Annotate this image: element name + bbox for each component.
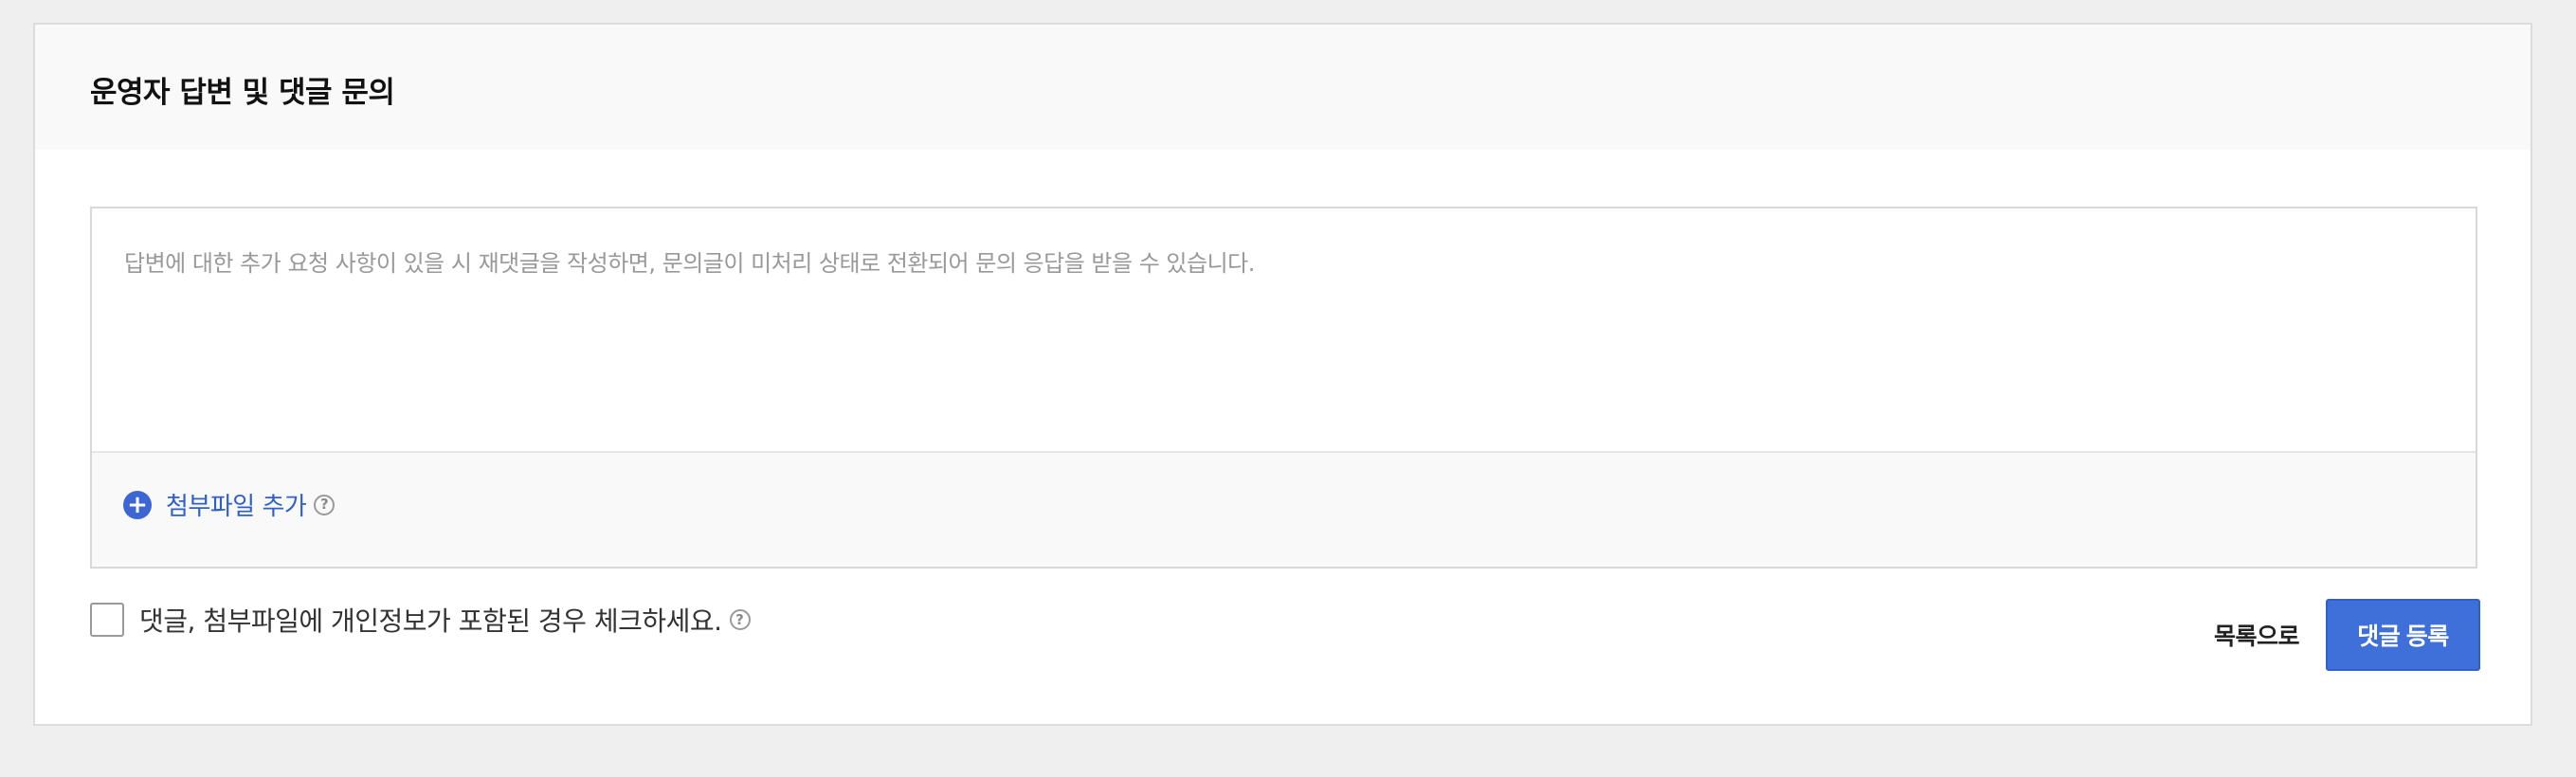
comment-textarea[interactable] bbox=[92, 208, 2476, 451]
card-header: 운영자 답변 및 댓글 문의 bbox=[35, 25, 2531, 150]
submit-comment-button[interactable]: 댓글 등록 bbox=[2326, 599, 2480, 671]
section-title: 운영자 답변 및 댓글 문의 bbox=[90, 76, 395, 110]
privacy-checkbox[interactable] bbox=[90, 603, 124, 637]
add-attachment-label: 첨부파일 추가 bbox=[166, 493, 307, 521]
plus-circle-icon: + bbox=[123, 490, 152, 519]
comment-section-card: 운영자 답변 및 댓글 문의 + 첨부파일 추가 ? 댓글, 첨부파일에 개인정… bbox=[33, 23, 2532, 726]
comment-editor: + 첨부파일 추가 ? bbox=[90, 207, 2477, 569]
question-circle-icon[interactable]: ? bbox=[729, 609, 751, 630]
add-attachment-button[interactable]: + 첨부파일 추가 ? bbox=[123, 487, 336, 522]
attachment-bar: + 첨부파일 추가 ? bbox=[92, 451, 2476, 567]
back-to-list-button[interactable]: 목록으로 bbox=[2181, 599, 2332, 671]
question-circle-icon[interactable]: ? bbox=[314, 494, 336, 515]
privacy-check-label[interactable]: 댓글, 첨부파일에 개인정보가 포함된 경우 체크하세요. bbox=[139, 601, 722, 639]
privacy-check-row: 댓글, 첨부파일에 개인정보가 포함된 경우 체크하세요. ? bbox=[90, 601, 751, 639]
